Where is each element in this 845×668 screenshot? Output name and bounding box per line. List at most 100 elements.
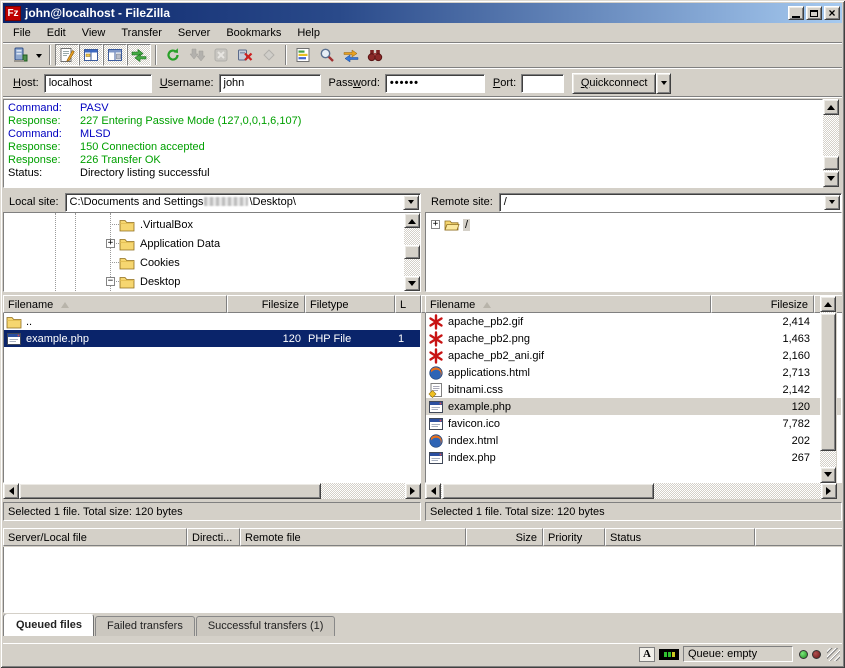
tree-item-root[interactable]: +/ — [431, 215, 470, 234]
local-directory-tree[interactable]: .VirtualBox+Application DataCookies−Desk… — [3, 212, 421, 292]
log-scrollbar[interactable] — [823, 99, 840, 188]
column-header-status[interactable]: Status — [605, 528, 755, 546]
scrollbar-thumb[interactable] — [442, 483, 654, 499]
column-header-filesize[interactable]: Filesize — [227, 295, 305, 313]
scroll-down-button[interactable] — [823, 171, 839, 187]
file-row-applications-html[interactable]: applications.html2,713 — [426, 364, 841, 381]
maximize-button[interactable] — [806, 6, 822, 20]
arrow-down-icon — [827, 176, 835, 185]
directory-comparison-button[interactable] — [315, 44, 339, 66]
remote-file-list[interactable]: apache_pb2.gif2,414apache_pb2.png1,463ap… — [425, 313, 842, 483]
minimize-icon — [792, 16, 800, 18]
menu-edit[interactable]: Edit — [39, 24, 74, 42]
disconnect-button[interactable] — [233, 44, 257, 66]
menu-view[interactable]: View — [74, 24, 114, 42]
remote-directory-tree[interactable]: +/ — [425, 212, 842, 292]
file-row-index-html[interactable]: index.html202 — [426, 432, 841, 449]
file-row-bitnami-css[interactable]: bitnami.css2,142 — [426, 381, 841, 398]
transfer-queue-list[interactable] — [3, 547, 842, 613]
resize-grip[interactable] — [827, 648, 840, 661]
scrollbar-thumb[interactable] — [404, 245, 420, 259]
scroll-left-button[interactable] — [3, 483, 19, 499]
find-files-button[interactable] — [363, 44, 387, 66]
file-row-apache-pb2-png[interactable]: apache_pb2.png1,463 — [426, 330, 841, 347]
menu-file[interactable]: File — [5, 24, 39, 42]
speed-limits-icon[interactable] — [659, 649, 679, 660]
tree-item-application-data[interactable]: +Application Data — [106, 234, 222, 253]
site-manager-dropdown-button[interactable] — [32, 44, 45, 66]
file-row-example-php[interactable]: example.php120PHP File1 — [4, 330, 420, 347]
column-header-priority[interactable]: Priority — [543, 528, 605, 546]
column-header-remote-file[interactable]: Remote file — [240, 528, 466, 546]
menu-server[interactable]: Server — [170, 24, 218, 42]
expand-icon[interactable]: + — [106, 239, 115, 248]
arrow-down-icon — [824, 472, 832, 481]
file-name: favicon.ico — [448, 418, 500, 430]
scroll-left-button[interactable] — [425, 483, 441, 499]
scrollbar-thumb[interactable] — [820, 313, 836, 451]
refresh-button[interactable] — [161, 44, 185, 66]
scrollbar-thumb[interactable] — [19, 483, 321, 499]
column-header-size[interactable]: Size — [466, 528, 543, 546]
toggle-message-log-button[interactable] — [55, 44, 79, 66]
remote-list-hscrollbar[interactable] — [425, 483, 837, 500]
toggle-remote-tree-icon — [107, 47, 123, 63]
tree-item-virtualbox[interactable]: .VirtualBox — [106, 215, 195, 234]
file-row-index-php[interactable]: index.php267 — [426, 449, 841, 466]
tree-item-cookies[interactable]: Cookies — [106, 253, 182, 272]
tab-queued-files[interactable]: Queued files — [4, 614, 94, 636]
local-list-hscrollbar[interactable] — [3, 483, 421, 500]
close-button[interactable]: × — [824, 6, 840, 20]
file-row-example-php[interactable]: example.php120 — [426, 398, 841, 415]
scroll-up-button[interactable] — [823, 99, 839, 115]
port-input[interactable] — [521, 74, 564, 93]
local-tree-scrollbar[interactable] — [404, 213, 420, 291]
quickconnect-button[interactable]: Quickconnect — [572, 73, 656, 94]
menu-bookmarks[interactable]: Bookmarks — [218, 24, 289, 42]
scroll-right-button[interactable] — [405, 483, 421, 499]
scroll-right-button[interactable] — [821, 483, 837, 499]
column-header-filetype[interactable]: Filetype — [305, 295, 395, 313]
tab-successful-transfers-1[interactable]: Successful transfers (1) — [196, 616, 336, 636]
column-header-directi[interactable]: Directi... — [187, 528, 240, 546]
quickconnect-dropdown-button[interactable] — [656, 73, 671, 94]
file-row-apache-pb2-gif[interactable]: apache_pb2.gif2,414 — [426, 313, 841, 330]
column-header-filesize[interactable]: Filesize — [711, 295, 814, 313]
expand-icon[interactable]: + — [431, 220, 440, 229]
collapse-icon[interactable]: − — [106, 277, 115, 286]
remote-site-combobox[interactable]: / — [499, 193, 842, 212]
file-row-apache-pb2-ani-gif[interactable]: apache_pb2_ani.gif2,160 — [426, 347, 841, 364]
minimize-button[interactable] — [788, 6, 804, 20]
column-header-filename[interactable]: Filename — [425, 295, 711, 313]
scroll-up-button[interactable] — [404, 213, 420, 228]
remote-site-dropdown-button[interactable] — [824, 195, 840, 210]
filter-button[interactable] — [291, 44, 315, 66]
remote-list-scrollbar[interactable] — [820, 296, 837, 483]
scroll-down-button[interactable] — [404, 276, 420, 291]
file-row-[interactable]: .. — [4, 313, 420, 330]
username-input[interactable]: john — [219, 74, 321, 93]
password-input[interactable]: •••••• — [385, 74, 485, 93]
scroll-down-button[interactable] — [820, 467, 836, 483]
tree-item-desktop[interactable]: −Desktop — [106, 272, 182, 291]
site-manager-button[interactable] — [8, 44, 32, 66]
scroll-up-button[interactable] — [820, 296, 836, 312]
column-header-server-local-file[interactable]: Server/Local file — [3, 528, 187, 546]
menu-help[interactable]: Help — [289, 24, 328, 42]
synchronized-browsing-button[interactable] — [339, 44, 363, 66]
scrollbar-thumb[interactable] — [823, 156, 839, 170]
local-site-dropdown-button[interactable] — [403, 195, 419, 210]
toggle-local-tree-button[interactable] — [79, 44, 103, 66]
menu-transfer[interactable]: Transfer — [113, 24, 170, 42]
message-log[interactable]: Command:PASVResponse:227 Entering Passiv… — [3, 99, 823, 188]
local-site-combobox[interactable]: C:\Documents and Settings\Desktop\ — [65, 193, 421, 212]
title-bar[interactable]: Fz john@localhost - FileZilla × — [3, 3, 842, 23]
column-header-filename[interactable]: Filename — [3, 295, 227, 313]
toggle-transfer-queue-button[interactable] — [127, 44, 151, 66]
tab-failed-transfers[interactable]: Failed transfers — [95, 616, 195, 636]
toggle-remote-tree-button[interactable] — [103, 44, 127, 66]
file-row-favicon-ico[interactable]: favicon.ico7,782 — [426, 415, 841, 432]
local-file-list[interactable]: ..example.php120PHP File1 — [3, 313, 421, 483]
column-header-l[interactable]: L — [395, 295, 421, 313]
host-input[interactable]: localhost — [44, 74, 152, 93]
